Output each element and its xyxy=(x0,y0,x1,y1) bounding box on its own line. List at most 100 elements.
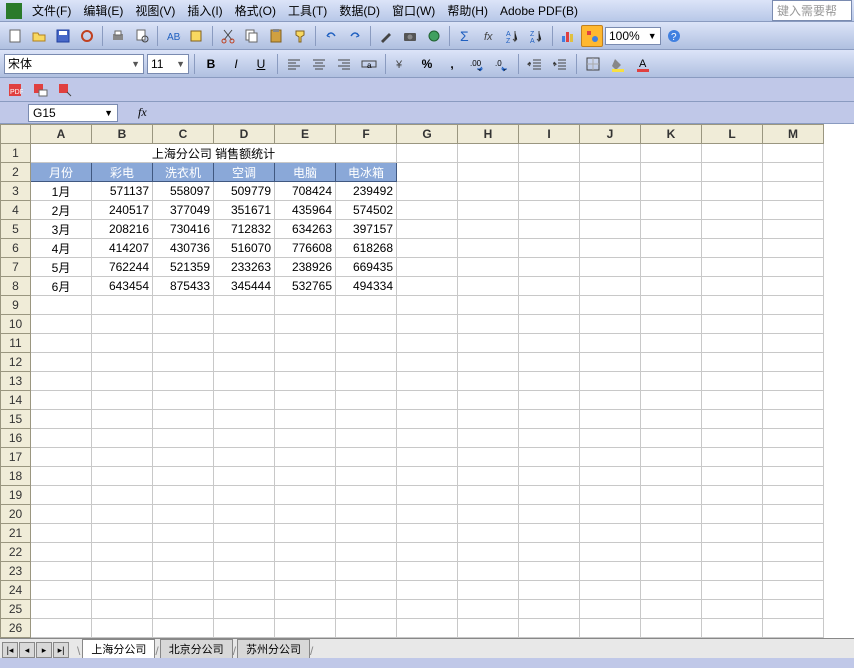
cell-H16[interactable] xyxy=(458,429,519,448)
cell-F24[interactable] xyxy=(336,581,397,600)
zoom-input[interactable]: 100%▼ xyxy=(605,27,661,45)
cell-D2[interactable]: 空调 xyxy=(214,163,275,182)
chart-wizard-icon[interactable] xyxy=(557,25,579,47)
row-header-7[interactable]: 7 xyxy=(1,258,31,277)
col-header-B[interactable]: B xyxy=(92,125,153,144)
col-header-C[interactable]: C xyxy=(153,125,214,144)
cell-H5[interactable] xyxy=(458,220,519,239)
cell-J14[interactable] xyxy=(580,391,641,410)
cell-H2[interactable] xyxy=(458,163,519,182)
row-header-26[interactable]: 26 xyxy=(1,619,31,638)
cell-D6[interactable]: 516070 xyxy=(214,239,275,258)
cell-F14[interactable] xyxy=(336,391,397,410)
cell-A9[interactable] xyxy=(31,296,92,315)
row-header-22[interactable]: 22 xyxy=(1,543,31,562)
font-color-icon[interactable]: A xyxy=(632,53,654,75)
row-header-12[interactable]: 12 xyxy=(1,353,31,372)
cell-A8[interactable]: 6月 xyxy=(31,277,92,296)
cell-C24[interactable] xyxy=(153,581,214,600)
copy-icon[interactable] xyxy=(241,25,263,47)
cell-D10[interactable] xyxy=(214,315,275,334)
cell-I15[interactable] xyxy=(519,410,580,429)
row-header-14[interactable]: 14 xyxy=(1,391,31,410)
cell-B9[interactable] xyxy=(92,296,153,315)
cell-B10[interactable] xyxy=(92,315,153,334)
tab-last-icon[interactable]: ▸| xyxy=(53,642,69,658)
cell-M21[interactable] xyxy=(763,524,824,543)
cell-H11[interactable] xyxy=(458,334,519,353)
cell-D14[interactable] xyxy=(214,391,275,410)
cell-M7[interactable] xyxy=(763,258,824,277)
cell-M12[interactable] xyxy=(763,353,824,372)
cell-E10[interactable] xyxy=(275,315,336,334)
cell-G20[interactable] xyxy=(397,505,458,524)
cell-K24[interactable] xyxy=(641,581,702,600)
cell-E22[interactable] xyxy=(275,543,336,562)
cell-I11[interactable] xyxy=(519,334,580,353)
cell-K3[interactable] xyxy=(641,182,702,201)
col-header-L[interactable]: L xyxy=(702,125,763,144)
cell-A17[interactable] xyxy=(31,448,92,467)
save-icon[interactable] xyxy=(52,25,74,47)
permission-icon[interactable] xyxy=(76,25,98,47)
cell-L11[interactable] xyxy=(702,334,763,353)
cell-C20[interactable] xyxy=(153,505,214,524)
row-header-16[interactable]: 16 xyxy=(1,429,31,448)
cell-I17[interactable] xyxy=(519,448,580,467)
cell-I14[interactable] xyxy=(519,391,580,410)
row-header-10[interactable]: 10 xyxy=(1,315,31,334)
col-header-E[interactable]: E xyxy=(275,125,336,144)
cell-L20[interactable] xyxy=(702,505,763,524)
menu-data[interactable]: 数据(D) xyxy=(333,0,386,21)
cell-B23[interactable] xyxy=(92,562,153,581)
cell-C22[interactable] xyxy=(153,543,214,562)
cell-F8[interactable]: 494334 xyxy=(336,277,397,296)
cell-D11[interactable] xyxy=(214,334,275,353)
cell-D9[interactable] xyxy=(214,296,275,315)
cell-J2[interactable] xyxy=(580,163,641,182)
increase-indent-icon[interactable] xyxy=(549,53,571,75)
cell-C11[interactable] xyxy=(153,334,214,353)
cell-F23[interactable] xyxy=(336,562,397,581)
cell-A25[interactable] xyxy=(31,600,92,619)
cell-D3[interactable]: 509779 xyxy=(214,182,275,201)
cell-B11[interactable] xyxy=(92,334,153,353)
cell-I22[interactable] xyxy=(519,543,580,562)
cell-C6[interactable]: 430736 xyxy=(153,239,214,258)
cell-K25[interactable] xyxy=(641,600,702,619)
cell-G10[interactable] xyxy=(397,315,458,334)
cell-A11[interactable] xyxy=(31,334,92,353)
cell-C16[interactable] xyxy=(153,429,214,448)
cell-H17[interactable] xyxy=(458,448,519,467)
cell-C15[interactable] xyxy=(153,410,214,429)
cell-I7[interactable] xyxy=(519,258,580,277)
research-icon[interactable] xyxy=(186,25,208,47)
cell-D4[interactable]: 351671 xyxy=(214,201,275,220)
cell-B12[interactable] xyxy=(92,353,153,372)
cell-I24[interactable] xyxy=(519,581,580,600)
cell-L4[interactable] xyxy=(702,201,763,220)
cell-K10[interactable] xyxy=(641,315,702,334)
cell-B7[interactable]: 762244 xyxy=(92,258,153,277)
cell-G13[interactable] xyxy=(397,372,458,391)
cell-E9[interactable] xyxy=(275,296,336,315)
cell-J5[interactable] xyxy=(580,220,641,239)
menu-tools[interactable]: 工具(T) xyxy=(282,0,333,21)
paste-icon[interactable] xyxy=(265,25,287,47)
cell-G4[interactable] xyxy=(397,201,458,220)
spelling-icon[interactable]: ABC xyxy=(162,25,184,47)
cell-G14[interactable] xyxy=(397,391,458,410)
cell-H3[interactable] xyxy=(458,182,519,201)
cell-J22[interactable] xyxy=(580,543,641,562)
cell-D7[interactable]: 233263 xyxy=(214,258,275,277)
cell-K8[interactable] xyxy=(641,277,702,296)
cell-L17[interactable] xyxy=(702,448,763,467)
cell-D25[interactable] xyxy=(214,600,275,619)
cell-F22[interactable] xyxy=(336,543,397,562)
cell-A10[interactable] xyxy=(31,315,92,334)
cell-I10[interactable] xyxy=(519,315,580,334)
cell-M11[interactable] xyxy=(763,334,824,353)
cell-M9[interactable] xyxy=(763,296,824,315)
decrease-indent-icon[interactable] xyxy=(524,53,546,75)
cell-F17[interactable] xyxy=(336,448,397,467)
